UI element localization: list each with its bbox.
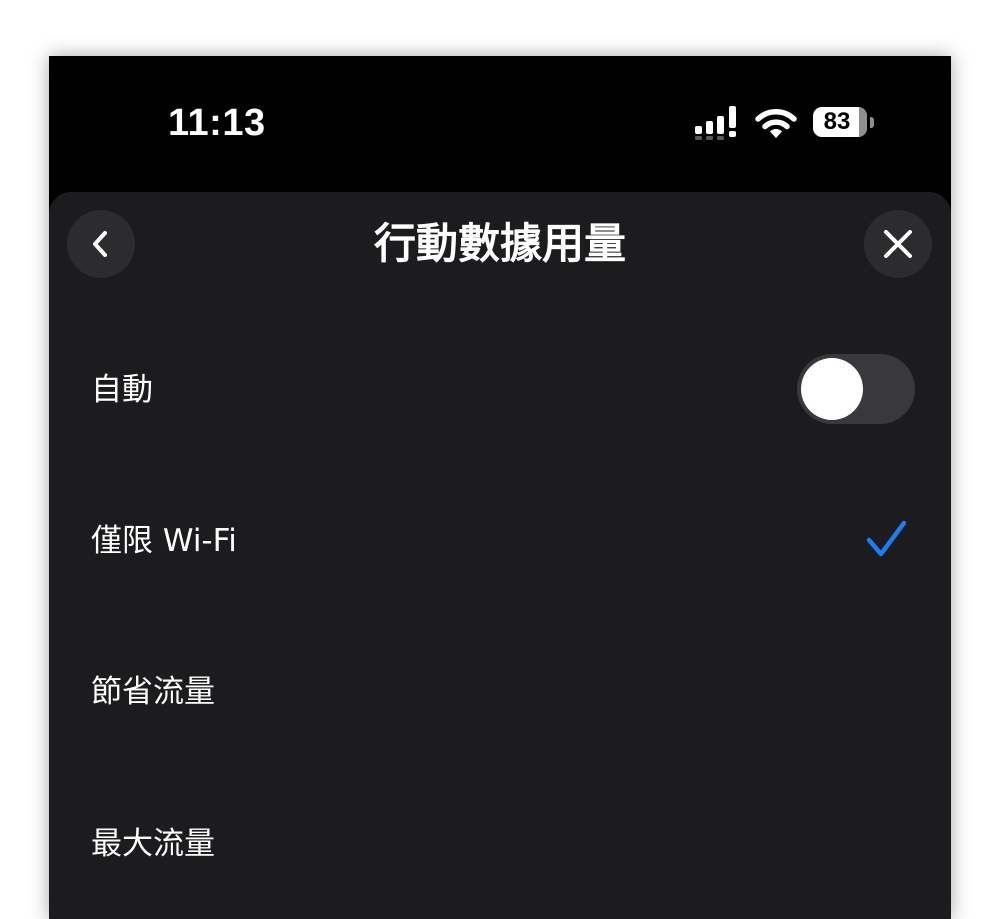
battery-percent: 83 — [823, 108, 851, 135]
option-label: 節省流量 — [91, 674, 215, 710]
battery-body: 83 — [813, 107, 867, 137]
page-title: 行動數據用量 — [373, 219, 626, 268]
option-label: 最大流量 — [91, 826, 215, 862]
option-label: 自動 — [91, 372, 153, 408]
option-wifi-only[interactable]: 僅限 Wi-Fi — [49, 491, 951, 591]
status-time: 11:13 — [168, 102, 266, 144]
battery-icon: 83 — [813, 107, 875, 139]
chevron-left-icon — [93, 231, 107, 257]
option-data-saver[interactable]: 節省流量 — [49, 642, 951, 742]
toggle-knob — [801, 358, 863, 420]
option-auto[interactable]: 自動 — [49, 340, 951, 440]
back-button[interactable] — [67, 210, 135, 278]
sheet-header: 行動數據用量 — [49, 192, 951, 292]
wifi-icon — [755, 109, 797, 138]
auto-toggle[interactable] — [797, 354, 915, 424]
close-button[interactable] — [864, 210, 932, 278]
signal-bars-icon — [695, 106, 736, 140]
status-bar: 11:13 83 — [49, 56, 951, 192]
option-max-data[interactable]: 最大流量 — [49, 794, 951, 894]
phone-screen: 11:13 83 行動數據用量 自動 僅限 Wi-Fi 節省流量 最大流量 — [49, 56, 951, 919]
data-usage-sheet: 行動數據用量 自動 僅限 Wi-Fi 節省流量 最大流量 — [49, 192, 951, 919]
checkmark-icon — [866, 520, 907, 557]
close-icon — [884, 230, 912, 258]
option-label: 僅限 Wi-Fi — [91, 523, 237, 559]
